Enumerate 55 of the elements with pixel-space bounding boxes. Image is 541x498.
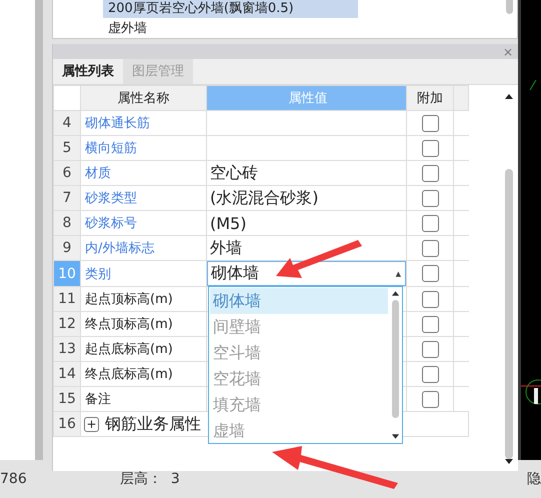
property-name: 砂浆类型 (80, 186, 206, 210)
row-number[interactable]: 7 (54, 186, 80, 210)
row-number[interactable]: 15 (54, 386, 80, 412)
group-label: 钢筋业务属性 (105, 414, 201, 434)
status-text: 隐 (527, 470, 541, 488)
row-number[interactable]: 5 (54, 136, 80, 160)
row-number[interactable]: 14 (54, 362, 80, 386)
checkbox[interactable] (422, 214, 438, 232)
property-name: 砌体通长筋 (80, 110, 206, 136)
property-name: 起点顶标高(m) (80, 286, 206, 312)
scrollbar-thumb[interactable] (392, 300, 398, 418)
property-value[interactable]: (M5) (206, 210, 406, 236)
property-name: 类别 (80, 260, 206, 286)
row-number[interactable]: 11 (54, 286, 80, 312)
checkbox[interactable] (422, 190, 438, 206)
checkbox[interactable] (422, 265, 438, 282)
property-name: 起点底标高(m) (80, 336, 206, 362)
column-header[interactable]: 附加 (406, 86, 454, 110)
property-name: 终点顶标高(m) (80, 312, 206, 336)
property-name: 横向短筋 (80, 136, 206, 160)
row-number[interactable]: 12 (54, 312, 80, 336)
scrollbar-thumb[interactable] (506, 0, 513, 14)
row-number[interactable]: 16 (54, 412, 80, 436)
list-item[interactable]: 200厚页岩空心外墙(飘窗墙0.5) (103, 0, 358, 18)
property-name: 终点底标高(m) (80, 362, 206, 386)
scrollbar-thumb[interactable] (505, 169, 513, 459)
checkbox[interactable] (422, 340, 438, 358)
property-name: 内/外墙标志 (80, 236, 206, 260)
checkbox[interactable] (422, 316, 438, 332)
property-name: 砂浆标号 (80, 210, 206, 236)
row-number[interactable]: 6 (54, 160, 80, 186)
checkbox[interactable] (422, 240, 438, 256)
checkbox[interactable] (422, 366, 438, 382)
checkbox[interactable] (422, 140, 438, 156)
row-number[interactable]: 4 (54, 110, 80, 136)
checkbox[interactable] (422, 114, 438, 132)
property-value[interactable]: 空心砖 (206, 160, 406, 186)
scroll-down-icon[interactable] (390, 434, 400, 440)
checkbox[interactable] (422, 290, 438, 308)
scroll-up-icon[interactable] (504, 93, 514, 99)
expand-button[interactable]: + (84, 416, 99, 432)
property-name: 材质 (80, 160, 206, 186)
checkbox[interactable] (422, 164, 438, 182)
property-name: 备注 (80, 386, 206, 412)
row-number[interactable]: 9 (54, 236, 80, 260)
scrollbar[interactable] (35, 0, 43, 460)
row-number[interactable]: 8 (54, 210, 80, 236)
checkbox[interactable] (422, 390, 438, 408)
status-text: 层高： 3 (120, 470, 181, 488)
row-number[interactable]: 13 (54, 336, 80, 362)
scroll-up-icon[interactable] (390, 290, 400, 296)
property-value[interactable]: (水泥混合砂浆) (206, 186, 406, 210)
status-text: 786 (0, 471, 28, 487)
column-header[interactable]: 属性名称 (80, 86, 206, 110)
list-item[interactable]: 虚外墙 (103, 20, 358, 38)
